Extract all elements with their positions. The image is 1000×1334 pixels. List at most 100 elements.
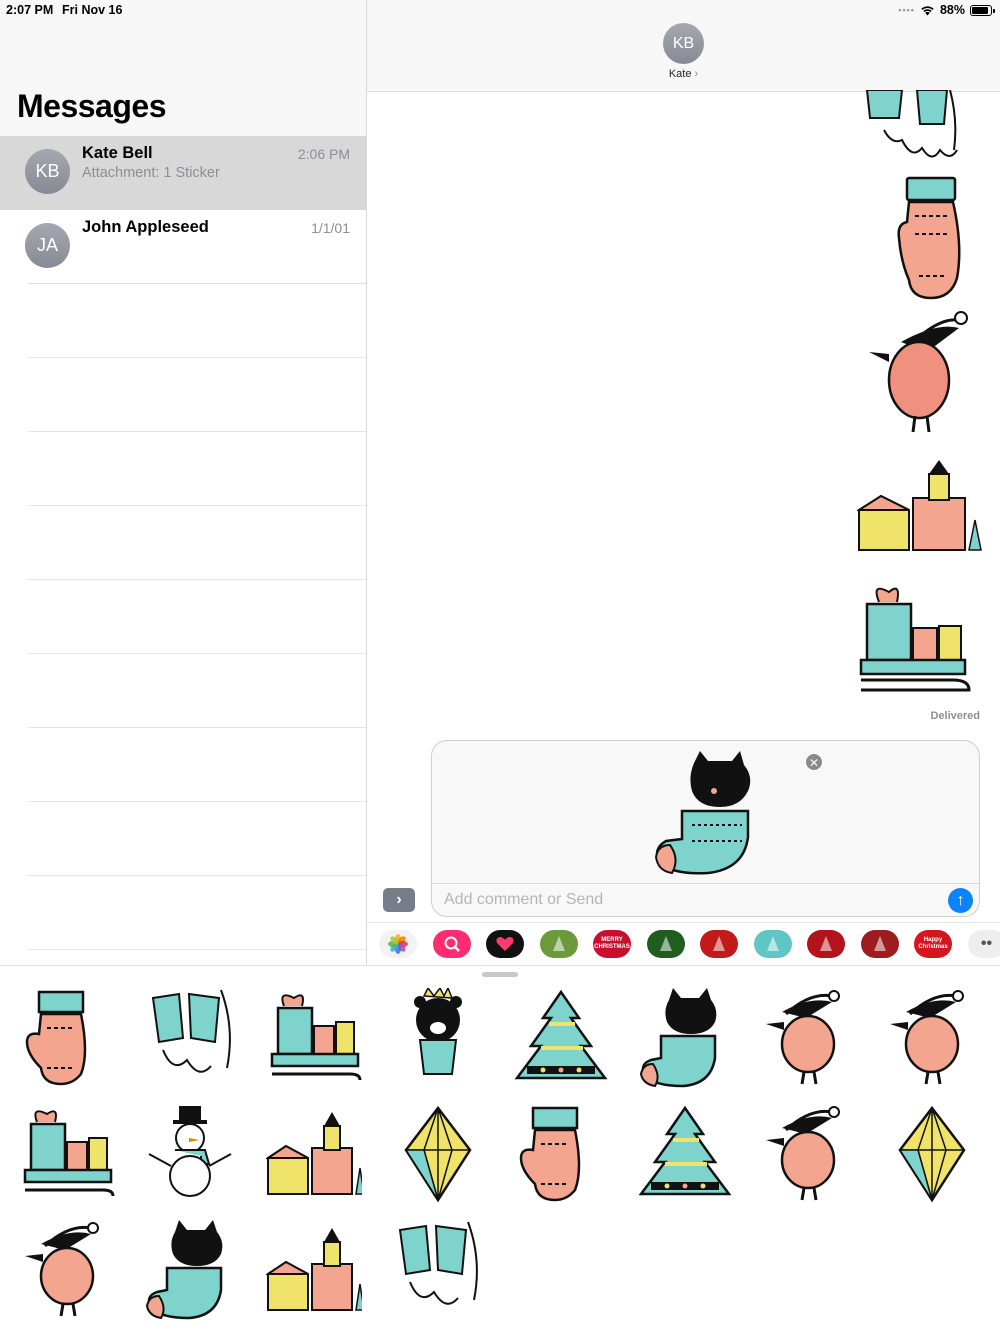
sent-sticker-mittens[interactable] [862, 89, 972, 173]
drawer-sticker-cell[interactable] [506, 988, 616, 1088]
conversation-john-appleseed[interactable]: JA John Appleseed 1/1/01 [0, 210, 366, 284]
drawer-sticker-cell[interactable] [877, 1104, 987, 1204]
mittens-sticker [398, 1221, 478, 1305]
drawer-sticker-cell[interactable] [136, 1220, 246, 1320]
drawer-sticker-cell[interactable] [12, 1220, 122, 1320]
drawer-sticker-cell[interactable] [12, 1104, 122, 1204]
app-icon-label: MERRY CHRISTMAS [594, 937, 630, 950]
empty-row [0, 358, 366, 432]
cat-stocking-sticker [654, 751, 751, 875]
chat-pane: KB Kate › Delivered ✕ Add comment or Sen… [367, 0, 1000, 965]
contact-avatar[interactable]: KB [663, 23, 704, 64]
app-strip: MERRY CHRISTMAS Happy Christmas •• [367, 922, 1000, 965]
sleigh-sticker [859, 587, 971, 692]
sent-sticker-village[interactable] [855, 458, 985, 557]
empty-row [0, 506, 366, 580]
tree-sticker [638, 1105, 731, 1196]
drawer-sticker-cell[interactable] [259, 1104, 369, 1204]
village-sticker [266, 1112, 362, 1195]
sent-sticker-bird[interactable] [867, 308, 977, 441]
message-input[interactable]: Add comment or Send [444, 891, 603, 909]
drawer-sticker-cell[interactable] [753, 988, 863, 1088]
status-bar: 2:07 PM Fri Nov 16 •••• 88% [0, 0, 1000, 22]
battery-percent: 88% [939, 3, 965, 17]
wifi-icon [921, 5, 934, 15]
red-tree-app-icon[interactable] [700, 930, 738, 958]
conversation-list-pane: Messages KB Kate Bell Attachment: 1 Stic… [0, 0, 367, 965]
merry-christmas-app-icon[interactable]: MERRY CHRISTMAS [593, 930, 631, 958]
drawer-sticker-cell[interactable] [506, 1104, 616, 1204]
contact-name[interactable]: Kate › [367, 68, 1000, 80]
bird-sticker [889, 990, 964, 1085]
drawer-sticker-cell[interactable] [383, 1104, 493, 1204]
delivered-label: Delivered [930, 710, 980, 722]
digital-touch-app-icon[interactable] [486, 930, 524, 958]
status-date: Fri Nov 16 [62, 3, 123, 17]
compose-box[interactable]: ✕ Add comment or Send ↑ [431, 740, 980, 917]
drawer-sticker-cell[interactable] [630, 988, 740, 1088]
avatar: JA [25, 223, 70, 268]
mitten-sticker [897, 176, 961, 300]
drawer-sticker-cell[interactable] [383, 1220, 493, 1320]
empty-row [0, 580, 366, 654]
christmas-tree-app-icon[interactable] [646, 930, 685, 958]
drawer-sticker-cell[interactable] [136, 988, 246, 1088]
drawer-grabber[interactable] [482, 972, 518, 977]
pending-sticker[interactable] [652, 749, 762, 880]
sent-sticker-sleigh[interactable] [857, 580, 975, 703]
drawer-sticker-cell[interactable] [12, 988, 122, 1088]
avatar: KB [25, 149, 70, 194]
snowman-sticker [148, 1106, 231, 1197]
drawer-sticker-cell[interactable] [630, 1104, 740, 1204]
send-button[interactable]: ↑ [948, 888, 973, 913]
cat-stocking-sticker [639, 988, 716, 1088]
mittens-sticker [865, 89, 958, 158]
sent-sticker-mitten[interactable] [897, 176, 965, 305]
conversation-date: 2:06 PM [297, 146, 350, 162]
chevron-right-icon: › [694, 68, 699, 80]
drawer-sticker-cell[interactable] [259, 988, 369, 1088]
sticker-drawer [0, 965, 1000, 1334]
village-sticker [266, 1228, 362, 1311]
bird-sticker [766, 990, 840, 1085]
app-icon-label: Happy Christmas [918, 937, 948, 950]
empty-row [0, 876, 366, 950]
christmas-wreath-app-icon[interactable] [539, 930, 578, 958]
drawer-sticker-cell[interactable] [259, 1220, 369, 1320]
sleigh-sticker [23, 1110, 115, 1197]
bear-sticker [413, 988, 462, 1075]
reindeer-app-icon[interactable] [807, 930, 845, 958]
battery-icon [970, 4, 995, 16]
cat-stocking-sticker [145, 1220, 222, 1320]
page-title: Messages [17, 88, 166, 124]
compose-divider [432, 883, 979, 884]
search-images-app-icon[interactable] [432, 930, 471, 958]
conversation-name: Kate Bell [82, 144, 153, 162]
more-apps-icon[interactable]: •• [967, 930, 1000, 958]
conversation-list: KB Kate Bell Attachment: 1 Sticker 2:06 … [0, 136, 366, 950]
sleigh-sticker [270, 994, 362, 1081]
mitten-sticker [519, 1106, 581, 1202]
conversation-name: John Appleseed [82, 218, 209, 236]
signal-icon: •••• [898, 5, 915, 15]
photos-app-icon[interactable] [379, 930, 417, 958]
santa-app-icon[interactable] [753, 930, 792, 958]
conversation-kate-bell[interactable]: KB Kate Bell Attachment: 1 Sticker 2:06 … [0, 136, 366, 210]
drawer-sticker-cell[interactable] [136, 1104, 246, 1204]
remove-sticker-button[interactable]: ✕ [805, 753, 823, 771]
expand-apps-button[interactable]: › [383, 888, 415, 912]
ornament-app-icon[interactable] [860, 930, 899, 958]
mitten-sticker [25, 990, 87, 1086]
battery-fill [972, 6, 988, 14]
conversation-date: 1/1/01 [311, 220, 350, 236]
drawer-sticker-cell[interactable] [383, 988, 493, 1088]
drawer-sticker-cell[interactable] [753, 1104, 863, 1204]
empty-row [0, 728, 366, 802]
empty-row [0, 284, 366, 358]
row-divider [28, 949, 366, 950]
mittens-sticker [151, 989, 231, 1073]
happy-christmas-app-icon[interactable]: Happy Christmas [914, 930, 952, 958]
empty-row [0, 432, 366, 506]
drawer-sticker-cell[interactable] [877, 988, 987, 1088]
empty-row [0, 654, 366, 728]
